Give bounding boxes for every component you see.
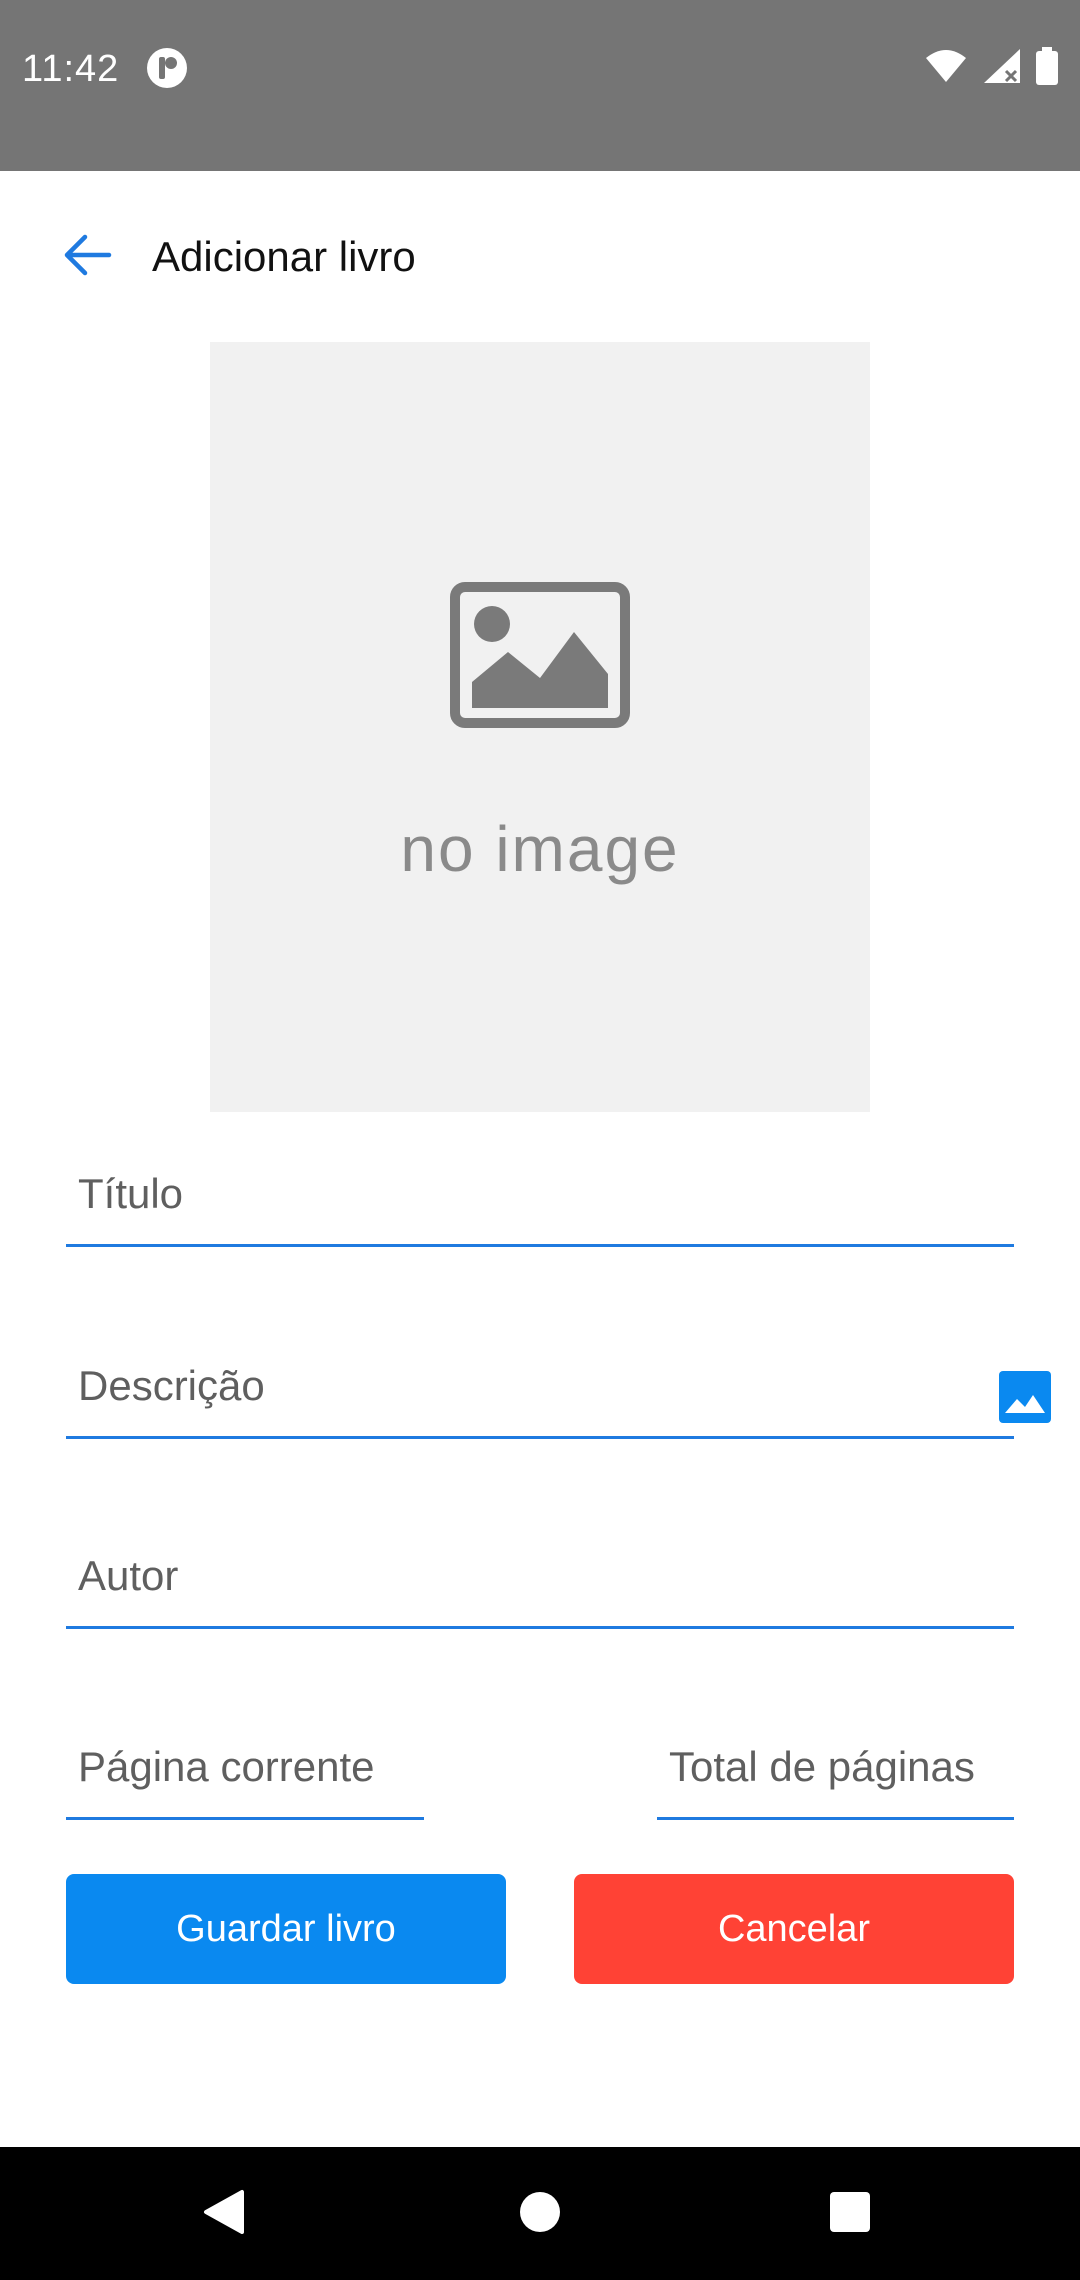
image-placeholder-icon <box>450 582 630 728</box>
status-time: 11:42 <box>22 48 120 90</box>
titulo-field <box>66 1130 1014 1247</box>
battery-icon <box>1036 46 1058 90</box>
app-notification-icon <box>146 47 188 89</box>
wifi-icon <box>924 48 968 89</box>
app-bar: Adicionar livro <box>0 171 1080 347</box>
nav-back-icon <box>202 2188 246 2241</box>
system-nav-bar <box>0 2147 1080 2280</box>
back-button[interactable] <box>56 225 120 289</box>
autor-input[interactable] <box>78 1552 1002 1600</box>
total-paginas-input[interactable] <box>669 1743 1002 1791</box>
no-image-label: no image <box>400 813 680 885</box>
autor-field <box>66 1500 1014 1629</box>
pagina-corrente-input[interactable] <box>78 1743 412 1791</box>
cancel-button[interactable]: Cancelar <box>574 1874 1014 1984</box>
titulo-input[interactable] <box>78 1170 1002 1218</box>
status-icons <box>924 46 1058 90</box>
nav-home-icon <box>518 2190 562 2239</box>
descricao-input[interactable] <box>78 1362 1002 1410</box>
page-title: Adicionar livro <box>152 233 416 280</box>
pagina-corrente-field <box>66 1690 424 1820</box>
descricao-field <box>66 1300 1014 1439</box>
signal-icon <box>982 47 1022 90</box>
save-book-button[interactable]: Guardar livro <box>66 1874 506 1984</box>
arrow-back-icon <box>63 233 113 282</box>
book-cover-placeholder: no image <box>210 342 1080 1454</box>
nav-home-button[interactable] <box>508 2182 572 2246</box>
total-paginas-field <box>657 1690 1014 1820</box>
status-bar: 11:42 <box>0 0 1080 171</box>
nav-back-button[interactable] <box>192 2182 256 2246</box>
nav-recents-button[interactable] <box>818 2182 882 2246</box>
nav-recents-icon <box>828 2190 872 2239</box>
